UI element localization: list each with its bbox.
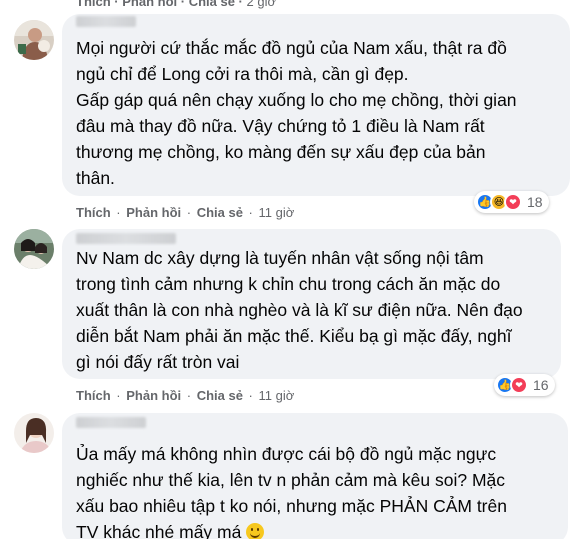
comment-bubble: Nv Nam dc xây dựng là tuyến nhân vật sốn…	[62, 229, 561, 379]
reaction-summary[interactable]: 👍 😆 ❤ 18	[474, 191, 549, 213]
comment-text: Ủa mấy má không nhìn được cái bộ đồ ngủ …	[76, 441, 507, 539]
like-link[interactable]: Thích	[76, 388, 111, 403]
separator-dot: ·	[234, 0, 247, 9]
reply-link[interactable]: Phản hồi	[126, 205, 181, 220]
comment-text-body: Ủa mấy má không nhìn được cái bộ đồ ngủ …	[76, 444, 507, 539]
avatar-image	[14, 413, 54, 453]
comment-timestamp[interactable]: 11 giờ	[259, 388, 295, 403]
love-reaction-icon: ❤	[504, 193, 522, 211]
share-link[interactable]: Chia sẻ	[197, 205, 243, 220]
separator-dot: ·	[110, 0, 123, 9]
comment-bubble: Mọi người cứ thắc mắc đồ ngủ của Nam xấu…	[62, 14, 570, 196]
comment-timestamp[interactable]: 2 giờ	[247, 0, 277, 9]
comment-text: Nv Nam dc xây dựng là tuyến nhân vật sốn…	[76, 248, 523, 372]
comment-bubble: Ủa mấy má không nhìn được cái bộ đồ ngủ …	[62, 413, 568, 539]
avatar[interactable]	[14, 229, 54, 269]
comment-3: Ủa mấy má không nhìn được cái bộ đồ ngủ …	[0, 413, 580, 539]
reaction-count: 16	[533, 377, 549, 393]
reaction-summary[interactable]: 👍 ❤ 16	[494, 374, 555, 396]
comment-actions: Thích · Phản hồi · Chia sẻ · 11 giờ	[76, 205, 294, 220]
like-link[interactable]: Thích	[76, 0, 111, 9]
separator-dot: ·	[112, 388, 125, 403]
separator-dot: ·	[112, 205, 125, 220]
separator-dot: ·	[183, 205, 195, 220]
reply-link[interactable]: Phản hồi	[122, 0, 177, 9]
separator-dot: ·	[244, 388, 257, 403]
comment-text: Mọi người cứ thắc mắc đồ ngủ của Nam xấu…	[76, 38, 517, 188]
love-reaction-icon: ❤	[510, 376, 528, 394]
separator-dot: ·	[177, 0, 189, 9]
smile-emoji-icon	[246, 523, 265, 539]
avatar[interactable]	[14, 413, 54, 453]
avatar[interactable]	[14, 20, 54, 60]
separator-dot: ·	[183, 388, 195, 403]
author-name-redacted	[76, 417, 146, 428]
separator-dot: ·	[244, 205, 257, 220]
avatar-image	[14, 229, 54, 269]
comment-2: Nv Nam dc xây dựng là tuyến nhân vật sốn…	[0, 229, 580, 409]
previous-comment-actions: Thích · Phản hồi · Chia sẻ · 2 giờ	[76, 0, 277, 9]
comment-actions: Thích · Phản hồi · Chia sẻ · 11 giờ	[76, 388, 294, 403]
like-link[interactable]: Thích	[76, 205, 111, 220]
share-link[interactable]: Chia sẻ	[189, 0, 235, 9]
avatar-image	[14, 20, 54, 60]
reaction-count: 18	[527, 194, 543, 210]
reply-link[interactable]: Phản hồi	[126, 388, 181, 403]
comment-timestamp[interactable]: 11 giờ	[259, 205, 295, 220]
share-link[interactable]: Chia sẻ	[197, 388, 243, 403]
author-name-blurred	[76, 233, 176, 244]
author-name-redacted	[76, 16, 136, 27]
comment-1: Mọi người cứ thắc mắc đồ ngủ của Nam xấu…	[0, 14, 580, 224]
